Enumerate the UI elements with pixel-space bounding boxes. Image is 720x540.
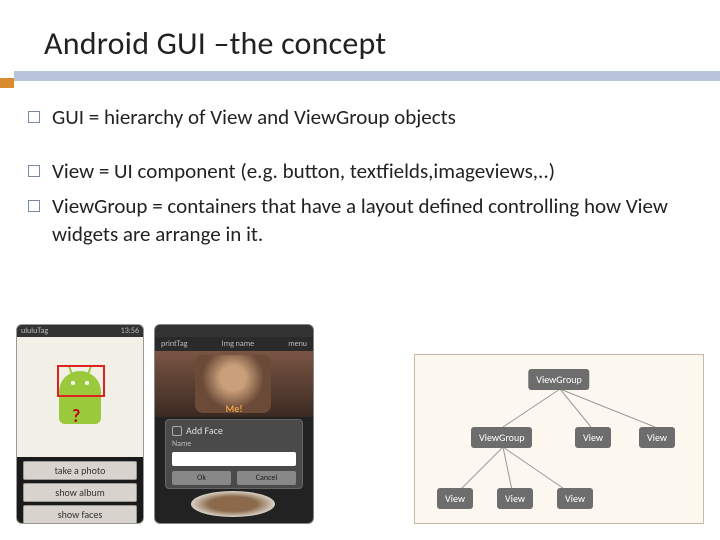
app-bar-mid: Img name	[222, 339, 254, 349]
screen-area: ?	[17, 337, 143, 457]
bullet-1: GUI = hierarchy of View and ViewGroup ob…	[24, 103, 704, 131]
status-right: 13:56	[121, 326, 139, 336]
status-left: ululuTag	[21, 326, 48, 336]
question-mark-icon: ?	[72, 405, 80, 427]
node-view-4: View	[497, 488, 533, 509]
dialog-buttons: Ok Cancel	[172, 471, 296, 485]
take-photo-button: take a photo	[23, 461, 137, 480]
face-label: Me!	[225, 402, 242, 415]
app-bar-left: printTag	[161, 339, 188, 349]
show-album-button: show album	[23, 483, 137, 502]
name-input	[172, 452, 296, 466]
bullet-list: GUI = hierarchy of View and ViewGroup ob…	[24, 103, 704, 248]
phone-screenshot-2: printTag Img name menu Me! Add Face Name…	[154, 324, 314, 524]
node-view-2: View	[639, 427, 675, 448]
node-viewgroup-2: ViewGroup	[471, 427, 532, 448]
status-bar	[155, 325, 313, 337]
slide-title: Android GUI –the concept	[0, 0, 720, 71]
bullet-2: View = UI component (e.g. button, textfi…	[24, 157, 704, 185]
dialog-field-label: Name	[172, 439, 296, 449]
face-preview: Me!	[155, 351, 313, 417]
node-view-3: View	[437, 488, 473, 509]
node-view-5: View	[557, 488, 593, 509]
viewgroup-diagram: ViewGroup ViewGroup View View View View …	[414, 354, 704, 524]
status-bar: ululuTag 13:56	[17, 325, 143, 337]
title-underline	[14, 71, 720, 81]
ok-button: Ok	[172, 471, 231, 485]
app-bar: printTag Img name menu	[155, 337, 313, 351]
node-root: ViewGroup	[528, 369, 589, 390]
add-face-dialog: Add Face Name Ok Cancel	[165, 419, 303, 489]
node-view-1: View	[575, 427, 611, 448]
detection-box	[57, 365, 105, 397]
dialog-title: Add Face	[186, 424, 223, 437]
phone-screenshot-1: ululuTag 13:56 ? take a photo show album…	[16, 324, 144, 524]
plate-image	[191, 491, 275, 517]
image-row: ululuTag 13:56 ? take a photo show album…	[16, 324, 704, 524]
cancel-button: Cancel	[237, 471, 296, 485]
dialog-title-row: Add Face	[172, 424, 296, 437]
face-icon	[172, 426, 182, 436]
content-area: GUI = hierarchy of View and ViewGroup ob…	[0, 81, 720, 248]
show-faces-button: show faces	[23, 505, 137, 524]
button-group: take a photo show album show faces	[17, 457, 143, 524]
title-accent	[0, 78, 14, 88]
bullet-3: ViewGroup = containers that have a layou…	[24, 192, 704, 249]
app-bar-right: menu	[288, 339, 307, 349]
